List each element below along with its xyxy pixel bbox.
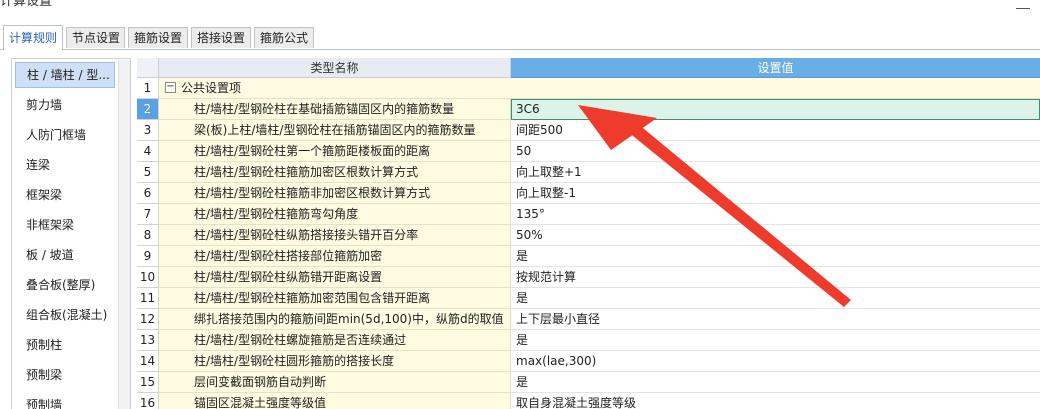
collapse-icon[interactable]: − bbox=[165, 82, 176, 93]
table-row[interactable]: 11 柱/墙柱/型钢砼柱箍筋加密范围包含错开距离是 bbox=[137, 288, 1040, 309]
setting-value-cell[interactable]: 取自身混凝土强度等级 bbox=[511, 393, 1040, 409]
type-name-cell: 柱/墙柱/型钢砼柱在基础插筋锚固区内的箍筋数量 bbox=[159, 99, 511, 120]
setting-value-cell[interactable]: 135° bbox=[511, 204, 1040, 225]
type-name-cell: 柱/墙柱/型钢砼柱箍筋加密范围包含错开距离 bbox=[159, 288, 511, 309]
tab-stirrup-formula[interactable]: 箍筋公式 bbox=[254, 27, 314, 48]
type-name-cell: 梁(板)上柱/墙柱/型钢砼柱在插筋锚固区内的箍筋数量 bbox=[159, 120, 511, 141]
setting-value-header[interactable]: 设置值 bbox=[511, 58, 1040, 78]
sidebar-item-column[interactable]: 柱 / 墙柱 / 型... bbox=[15, 62, 115, 88]
row-number: 7 bbox=[137, 204, 159, 225]
type-name-cell: 柱/墙柱/型钢砼柱圆形箍筋的搭接长度 bbox=[159, 351, 511, 372]
tab-bar: 计算规则 节点设置 箍筋设置 搭接设置 箍筋公式 bbox=[0, 25, 1040, 50]
sidebar-item-precast-wall[interactable]: 预制墙 bbox=[15, 392, 115, 409]
setting-value-cell[interactable]: 向上取整-1 bbox=[511, 183, 1040, 204]
tab-stirrup-settings[interactable]: 箍筋设置 bbox=[128, 27, 188, 48]
table-row[interactable]: 16 锚固区混凝土强度等级值 取自身混凝土强度等级 bbox=[137, 393, 1040, 409]
component-sidebar: 柱 / 墙柱 / 型... 剪力墙 人防门框墙 连梁 框架梁 非框架梁 板 / … bbox=[11, 58, 131, 409]
type-name-cell: 柱/墙柱/型钢砼柱箍筋非加密区根数计算方式 bbox=[159, 183, 511, 204]
tab-node-settings[interactable]: 节点设置 bbox=[66, 27, 125, 48]
row-number: 6 bbox=[137, 183, 159, 204]
sidebar-item-composite-slab-concrete[interactable]: 组合板(混凝土) bbox=[15, 302, 115, 328]
group-row[interactable]: 1 − 公共设置项 bbox=[137, 78, 1040, 99]
table-row[interactable]: 2 柱/墙柱/型钢砼柱在基础插筋锚固区内的箍筋数量 3C6 bbox=[137, 99, 1040, 120]
row-number: 13 bbox=[137, 330, 159, 351]
table-row[interactable]: 10 柱/墙柱/型钢砼柱纵筋错开距离设置 按规范计算 bbox=[137, 267, 1040, 288]
setting-value-cell[interactable]: 按规范计算 bbox=[511, 267, 1040, 288]
table-row[interactable]: 14 柱/墙柱/型钢砼柱圆形箍筋的搭接长度 max(lae,300) bbox=[137, 351, 1040, 372]
table-row[interactable]: 9 柱/墙柱/型钢砼柱搭接部位箍筋加密是 bbox=[137, 246, 1040, 267]
type-name-cell: 柱/墙柱/型钢砼柱螺旋箍筋是否连续通过 bbox=[159, 330, 511, 351]
sidebar-item-coupling-beam[interactable]: 连梁 bbox=[15, 152, 115, 178]
sidebar-item-civil-defense-door-wall[interactable]: 人防门框墙 bbox=[15, 122, 115, 148]
window-title: 计算设置 bbox=[0, 0, 53, 9]
setting-value-cell[interactable]: 间距500 bbox=[511, 120, 1040, 141]
row-number-header bbox=[137, 58, 159, 78]
minimize-icon[interactable] bbox=[1016, 0, 1030, 9]
setting-value-cell[interactable]: 是 bbox=[511, 372, 1040, 393]
setting-value-cell[interactable]: 向上取整+1 bbox=[511, 162, 1040, 183]
row-number: 11 bbox=[137, 288, 159, 309]
table-row[interactable]: 13 柱/墙柱/型钢砼柱螺旋箍筋是否连续通过是 bbox=[137, 330, 1040, 351]
row-number: 4 bbox=[137, 141, 159, 162]
setting-value-cell[interactable]: 是 bbox=[511, 288, 1040, 309]
row-number: 5 bbox=[137, 162, 159, 183]
setting-value-cell[interactable]: 50 bbox=[511, 141, 1040, 162]
sidebar-item-shear-wall[interactable]: 剪力墙 bbox=[15, 92, 115, 118]
setting-value-cell[interactable]: 是 bbox=[511, 330, 1040, 351]
type-name-cell: 柱/墙柱/型钢砼柱纵筋错开距离设置 bbox=[159, 267, 511, 288]
setting-value-cell[interactable]: 3C6 bbox=[511, 99, 1040, 120]
type-name-cell: 柱/墙柱/型钢砼柱箍筋弯勾角度 bbox=[159, 204, 511, 225]
tab-calc-rules[interactable]: 计算规则 bbox=[3, 25, 63, 50]
row-number: 2 bbox=[137, 99, 159, 120]
row-number: 14 bbox=[137, 351, 159, 372]
setting-value-cell[interactable]: 是 bbox=[511, 246, 1040, 267]
row-number: 8 bbox=[137, 225, 159, 246]
row-number: 10 bbox=[137, 267, 159, 288]
type-name-cell: 柱/墙柱/型钢砼柱纵筋搭接接头错开百分率 bbox=[159, 225, 511, 246]
sidebar-item-slab-ramp[interactable]: 板 / 坡道 bbox=[15, 242, 115, 268]
sidebar-item-frame-beam[interactable]: 框架梁 bbox=[15, 182, 115, 208]
tab-lap-settings[interactable]: 搭接设置 bbox=[191, 27, 251, 48]
sidebar-scrollbar[interactable] bbox=[118, 60, 130, 409]
sidebar-item-non-frame-beam[interactable]: 非框架梁 bbox=[15, 212, 115, 238]
row-number: 16 bbox=[137, 393, 159, 409]
table-row[interactable]: 4 柱/墙柱/型钢砼柱第一个箍筋距楼板面的距离 50 bbox=[137, 141, 1040, 162]
sidebar-item-precast-column[interactable]: 预制柱 bbox=[15, 332, 115, 358]
table-row[interactable]: 15 层间变截面钢筋自动判断是 bbox=[137, 372, 1040, 393]
setting-value-cell[interactable]: 50% bbox=[511, 225, 1040, 246]
sidebar-item-precast-beam[interactable]: 预制梁 bbox=[15, 362, 115, 388]
group-label: 公共设置项 bbox=[181, 81, 242, 95]
group-value-cell bbox=[511, 78, 1040, 99]
row-number: 3 bbox=[137, 120, 159, 141]
sidebar-item-composite-slab-full[interactable]: 叠合板(整厚) bbox=[15, 272, 115, 298]
row-number: 12 bbox=[137, 309, 159, 330]
table-row[interactable]: 6 柱/墙柱/型钢砼柱箍筋非加密区根数计算方式 向上取整-1 bbox=[137, 183, 1040, 204]
table-row[interactable]: 7 柱/墙柱/型钢砼柱箍筋弯勾角度 135° bbox=[137, 204, 1040, 225]
type-name-cell: 柱/墙柱/型钢砼柱搭接部位箍筋加密 bbox=[159, 246, 511, 267]
table-row[interactable]: 5 柱/墙柱/型钢砼柱箍筋加密区根数计算方式 向上取整+1 bbox=[137, 162, 1040, 183]
type-name-cell: 绑扎搭接范围内的箍筋间距min(5d,100)中，纵筋d的取值 bbox=[159, 309, 511, 330]
table-row[interactable]: 12 绑扎搭接范围内的箍筋间距min(5d,100)中，纵筋d的取值 上下层最小直径 bbox=[137, 309, 1040, 330]
table-row[interactable]: 3 梁(板)上柱/墙柱/型钢砼柱在插筋锚固区内的箍筋数量 间距500 bbox=[137, 120, 1040, 141]
setting-value-cell[interactable]: max(lae,300) bbox=[511, 351, 1040, 372]
type-name-cell: 柱/墙柱/型钢砼柱第一个箍筋距楼板面的距离 bbox=[159, 141, 511, 162]
row-number: 15 bbox=[137, 372, 159, 393]
type-name-cell: 层间变截面钢筋自动判断 bbox=[159, 372, 511, 393]
setting-value-cell[interactable]: 上下层最小直径 bbox=[511, 309, 1040, 330]
group-label-cell: − 公共设置项 bbox=[159, 78, 511, 99]
row-number: 1 bbox=[137, 78, 159, 99]
settings-grid: 类型名称 设置值 1 − 公共设置项 2 柱/墙柱/型钢砼柱在基础插筋锚固区内的箍筋… bbox=[137, 58, 1040, 409]
type-name-cell: 锚固区混凝土强度等级值 bbox=[159, 393, 511, 409]
table-row[interactable]: 8 柱/墙柱/型钢砼柱纵筋搭接接头错开百分率 50% bbox=[137, 225, 1040, 246]
type-name-header[interactable]: 类型名称 bbox=[159, 58, 511, 78]
type-name-cell: 柱/墙柱/型钢砼柱箍筋加密区根数计算方式 bbox=[159, 162, 511, 183]
row-number: 9 bbox=[137, 246, 159, 267]
